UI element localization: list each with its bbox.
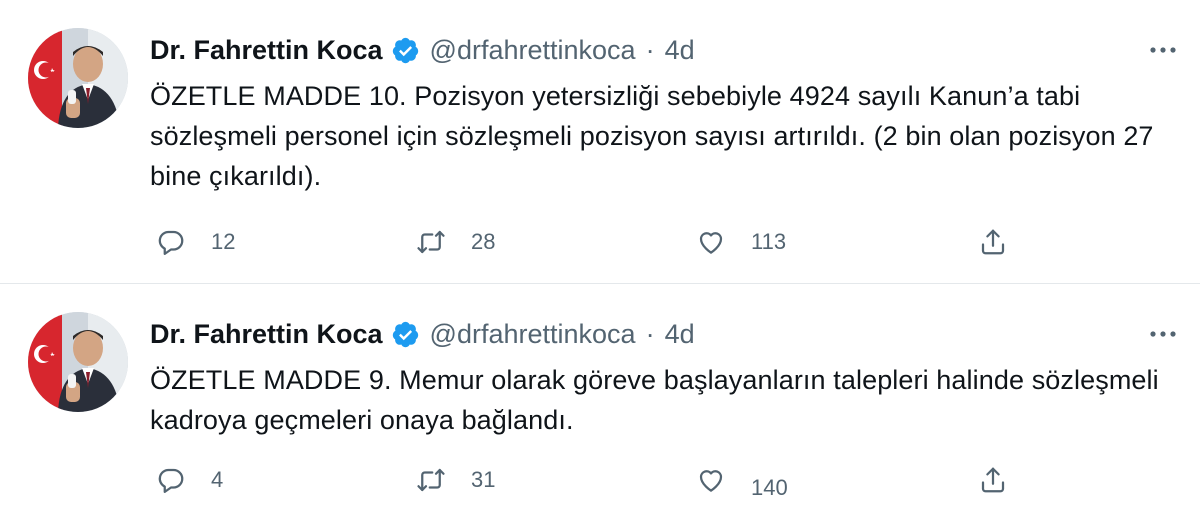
tweet-text: ÖZETLE MADDE 9. Memur olarak göreve başl… — [150, 365, 1159, 435]
retweet-icon — [417, 468, 445, 492]
share-button[interactable] — [978, 222, 1008, 262]
author-name[interactable]: Dr. Fahrettin Koca — [150, 319, 383, 350]
like-count: 140 — [751, 475, 788, 500]
share-icon — [981, 229, 1005, 255]
timestamp[interactable]: 4d — [665, 35, 695, 66]
tweet-actions: 12 28 113 — [150, 222, 1020, 262]
tweet-actions: 4 31 140 — [150, 460, 1020, 500]
like-count: 113 — [751, 229, 787, 254]
reply-button[interactable]: 4 — [156, 460, 223, 500]
tweet-header: Dr. Fahrettin Koca @drfahrettinkoca · 4d — [150, 30, 695, 70]
reply-count: 4 — [211, 467, 224, 492]
separator-dot: · — [645, 318, 655, 349]
tweet-header: Dr. Fahrettin Koca @drfahrettinkoca · 4d — [150, 314, 695, 354]
share-icon — [981, 467, 1005, 493]
author-handle[interactable]: @drfahrettinkoca — [430, 35, 636, 66]
retweet-icon — [417, 230, 445, 254]
retweet-count: 28 — [471, 229, 496, 254]
like-icon — [699, 470, 723, 492]
more-icon[interactable] — [1148, 40, 1178, 60]
reply-icon — [158, 468, 184, 493]
like-icon — [699, 232, 723, 254]
author-handle[interactable]: @drfahrettinkoca — [430, 319, 636, 350]
tweet-text: ÖZETLE MADDE 10. Pozisyon yetersizliği s… — [150, 81, 1154, 191]
avatar[interactable] — [28, 312, 128, 412]
reply-button[interactable]: 12 — [156, 222, 235, 262]
retweet-button[interactable]: 28 — [416, 222, 495, 262]
tweet[interactable]: Dr. Fahrettin Koca @drfahrettinkoca · 4d… — [0, 0, 1200, 284]
separator-dot: · — [645, 34, 655, 65]
retweet-count: 31 — [471, 467, 496, 492]
tweet[interactable]: Dr. Fahrettin Koca @drfahrettinkoca · 4d… — [0, 284, 1200, 519]
retweet-button[interactable]: 31 — [416, 460, 495, 500]
verified-badge-icon — [392, 321, 418, 347]
author-name[interactable]: Dr. Fahrettin Koca — [150, 35, 383, 66]
share-button[interactable] — [978, 460, 1008, 500]
reply-count: 12 — [211, 229, 236, 254]
timestamp[interactable]: 4d — [665, 319, 695, 350]
more-icon[interactable] — [1148, 324, 1178, 344]
avatar[interactable] — [28, 28, 128, 128]
verified-badge-icon — [392, 37, 418, 63]
like-button[interactable]: 113 — [696, 222, 786, 262]
reply-icon — [158, 230, 184, 255]
avatar-photo — [28, 312, 128, 412]
like-button[interactable]: 140 — [696, 460, 788, 500]
avatar-photo — [28, 28, 128, 128]
